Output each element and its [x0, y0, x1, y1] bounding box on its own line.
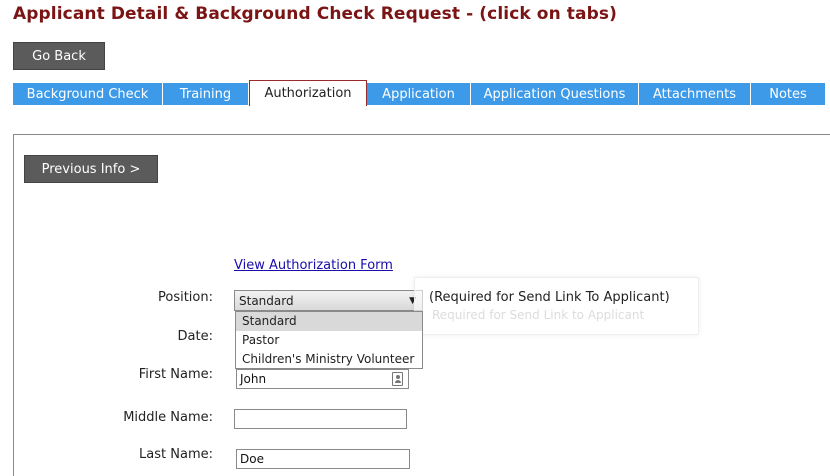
- tooltip-text: Required for Send Link to Applicant: [432, 308, 645, 322]
- first-name-label: First Name:: [138, 367, 213, 382]
- go-back-button[interactable]: Go Back: [13, 42, 105, 70]
- position-required-note: (Required for Send Link To Applicant): [429, 290, 670, 305]
- position-option-pastor[interactable]: Pastor: [236, 331, 422, 350]
- position-label: Position:: [158, 290, 213, 305]
- tab-training[interactable]: Training: [163, 83, 249, 105]
- date-label: Date:: [177, 329, 213, 344]
- tab-authorization[interactable]: Authorization: [249, 80, 367, 106]
- tab-attachments[interactable]: Attachments: [639, 83, 751, 105]
- last-name-value: Doe: [240, 452, 264, 466]
- previous-info-button[interactable]: Previous Info >: [24, 155, 158, 183]
- view-authorization-form-link[interactable]: View Authorization Form: [234, 258, 393, 273]
- position-option-standard[interactable]: Standard: [236, 312, 422, 331]
- contact-card-icon[interactable]: [392, 372, 403, 386]
- position-option-childrens-ministry-volunteer[interactable]: Children's Ministry Volunteer: [236, 350, 422, 369]
- position-dropdown-list: Standard Pastor Children's Ministry Volu…: [235, 311, 423, 369]
- tab-application-questions[interactable]: Application Questions: [471, 83, 639, 105]
- tab-notes[interactable]: Notes: [751, 83, 825, 105]
- last-name-field[interactable]: Doe: [236, 449, 410, 469]
- last-name-label: Last Name:: [139, 447, 213, 462]
- tab-application[interactable]: Application: [367, 83, 471, 105]
- tab-background-check[interactable]: Background Check: [13, 83, 163, 105]
- page-title: Applicant Detail & Background Check Requ…: [13, 4, 617, 24]
- position-selected-value: Standard: [239, 293, 294, 308]
- middle-name-label: Middle Name:: [123, 410, 213, 425]
- position-select[interactable]: Standard ▼: [234, 290, 423, 311]
- first-name-field[interactable]: John: [236, 369, 409, 389]
- tooltip: [414, 277, 699, 335]
- first-name-value: John: [240, 372, 267, 386]
- tab-bar: Background Check Training Authorization …: [13, 80, 825, 106]
- middle-name-field[interactable]: [234, 409, 407, 429]
